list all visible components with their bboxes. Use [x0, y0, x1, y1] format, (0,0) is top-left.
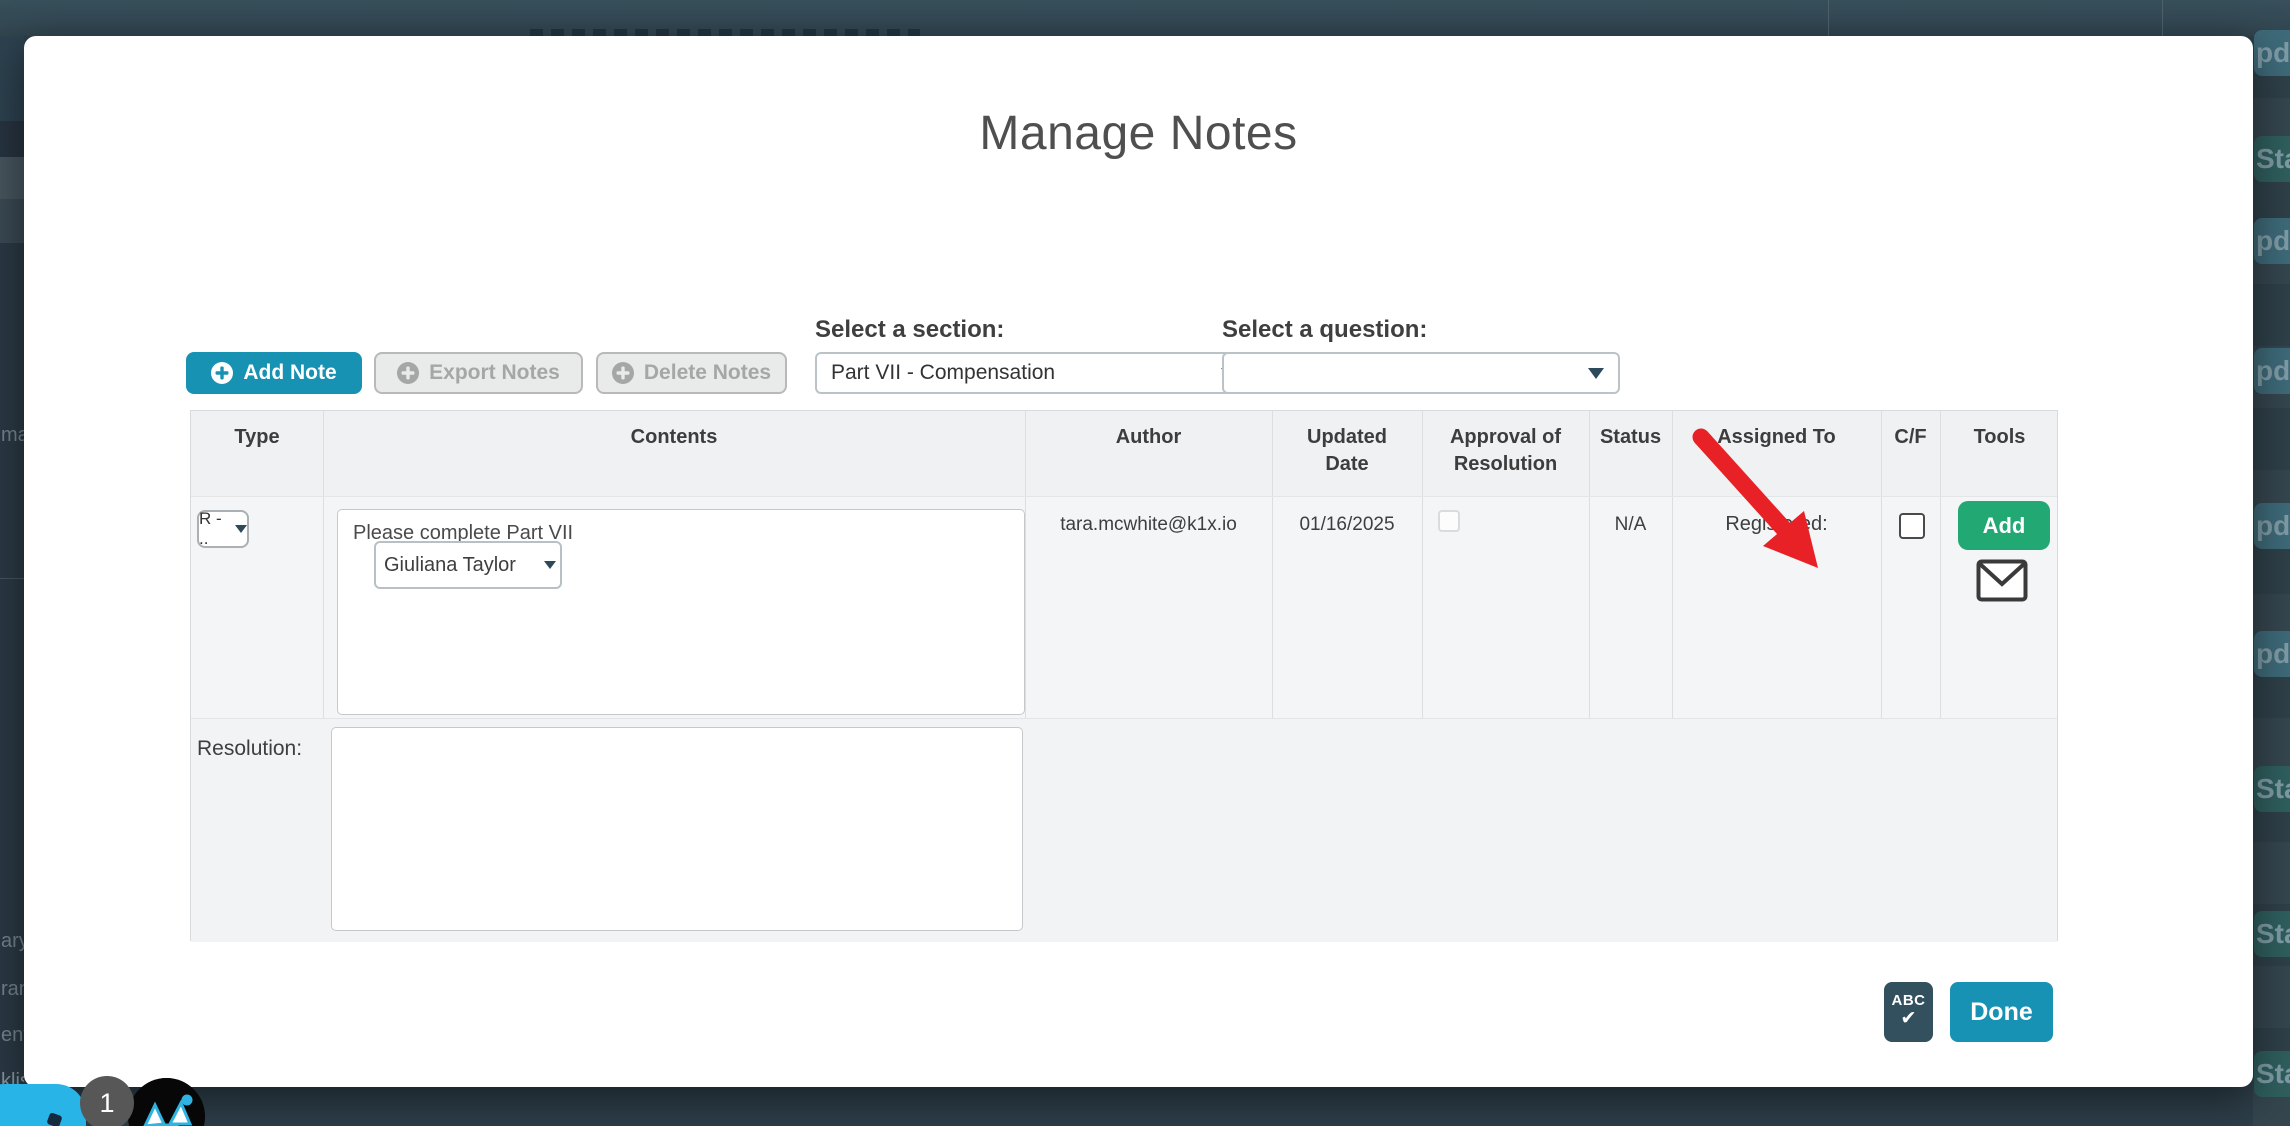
background-update-button[interactable]: pd [2254, 218, 2290, 264]
spellcheck-button[interactable]: ABC ✔ [1884, 982, 1933, 1042]
chevron-down-icon [1588, 368, 1604, 379]
chevron-down-icon [235, 525, 247, 533]
sidebar-band [0, 121, 24, 157]
checkmark-icon: ✔ [1884, 1009, 1933, 1028]
assigned-to-value: Giuliana Taylor [384, 554, 544, 577]
background-update-button[interactable]: pd [2254, 503, 2290, 549]
background-update-button[interactable]: pd [2254, 631, 2290, 677]
header-author: Author [1025, 411, 1272, 496]
delete-notes-label: Delete Notes [644, 361, 771, 385]
background-start-button[interactable]: Star [2254, 1051, 2290, 1097]
sidebar-band [0, 157, 24, 199]
note-author: tara.mcwhite@k1x.io [1025, 514, 1272, 536]
sidebar-band [0, 36, 24, 121]
sidebar-item-fragment[interactable]: ary [1, 930, 24, 954]
header-tools: Tools [1940, 411, 2059, 496]
plus-circle-icon [397, 362, 419, 384]
question-select[interactable] [1222, 352, 1620, 394]
header-assigned-to: Assigned To [1672, 411, 1881, 496]
chat-notification-badge[interactable]: 1 [80, 1076, 134, 1126]
topbar-separator [2162, 0, 2163, 36]
sidebar-item-fragment[interactable]: ent [1, 1024, 24, 1048]
background-update-button[interactable]: pd [2254, 30, 2290, 76]
export-notes-label: Export Notes [429, 361, 560, 385]
resolution-label: Resolution: [197, 737, 327, 761]
assigned-to-select[interactable]: Giuliana Taylor [374, 541, 562, 589]
header-updated-date: Updated Date [1272, 411, 1422, 496]
email-envelope-icon[interactable] [1976, 559, 2028, 607]
row-divider [191, 718, 2057, 719]
topbar-separator [1828, 0, 1829, 36]
sidebar-item-fragment[interactable]: ma [1, 424, 24, 448]
question-select-label: Select a question: [1222, 316, 1427, 344]
assigned-group-label: Registered: [1672, 513, 1881, 536]
header-cf: C/F [1881, 411, 1940, 496]
background-update-button[interactable]: pd [2254, 348, 2290, 394]
resolution-textarea[interactable] [331, 727, 1023, 931]
screen: ma ary ram ent klis pd Star pd pd pd pd … [0, 0, 2290, 1126]
row-divider [191, 496, 2057, 497]
notes-table: Type Contents Author Updated Date Approv… [190, 410, 2058, 941]
add-note-label: Add Note [243, 361, 336, 385]
chat-bubble[interactable] [0, 1084, 86, 1126]
background-start-button[interactable]: Star [2254, 136, 2290, 182]
spellcheck-abc-label: ABC [1884, 993, 1933, 1008]
note-type-value: R - .. [199, 509, 233, 549]
header-contents: Contents [323, 411, 1025, 496]
note-updated-date: 01/16/2025 [1272, 514, 1422, 536]
cf-checkbox[interactable] [1899, 513, 1925, 539]
sidebar-item-fragment[interactable]: ram [1, 978, 24, 1002]
page-title: Manage Notes [24, 106, 2253, 161]
background-clipped-text [530, 29, 920, 36]
section-select-value: Part VII - Compensation [831, 361, 1221, 385]
background-start-button[interactable]: Star [2254, 766, 2290, 812]
note-status: N/A [1589, 514, 1672, 536]
background-table-strip [2253, 36, 2290, 1126]
done-button[interactable]: Done [1950, 982, 2053, 1042]
add-note-button[interactable]: Add Note [186, 352, 362, 394]
approval-of-resolution-checkbox[interactable] [1438, 510, 1460, 532]
delete-notes-button[interactable]: Delete Notes [596, 352, 787, 394]
plus-circle-icon [612, 362, 634, 384]
sidebar-band [0, 199, 24, 243]
plus-circle-icon [211, 362, 233, 384]
note-type-select[interactable]: R - .. [197, 510, 249, 548]
export-notes-button[interactable]: Export Notes [374, 352, 583, 394]
background-sidebar [0, 36, 24, 1126]
background-start-button[interactable]: Star [2254, 911, 2290, 957]
header-approval-of-resolution: Approval of Resolution [1422, 411, 1589, 496]
section-select[interactable]: Part VII - Compensation [815, 352, 1253, 394]
note-contents-textarea[interactable]: Please complete Part VII [337, 509, 1025, 715]
section-select-label: Select a section: [815, 316, 1004, 344]
header-status: Status [1589, 411, 1672, 496]
header-type: Type [191, 411, 323, 496]
chevron-down-icon [544, 561, 556, 569]
manage-notes-modal: Manage Notes Add Note Export Notes Delet… [24, 36, 2253, 1087]
background-top-bar [0, 0, 2290, 36]
sidebar-divider [0, 578, 24, 579]
tools-add-button[interactable]: Add [1958, 501, 2050, 550]
